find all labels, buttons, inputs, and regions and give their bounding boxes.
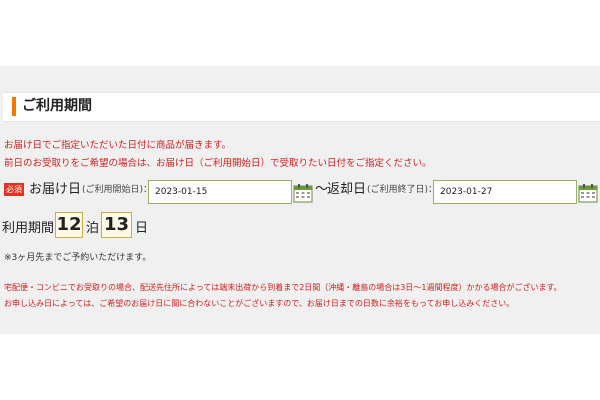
nights-unit: 泊 [86,221,100,236]
delivery-notice-1: お届け日でご指定いただいた日付に商品が届きます。 [4,140,232,151]
days-unit: 日 [135,221,149,236]
delivery-date-sublabel: (ご利用開始日)： [82,185,153,195]
nights-count: 12 [55,212,83,238]
section-header [3,92,600,122]
section-title: ご利用期間 [22,98,92,114]
return-date-sublabel: (ご利用終了日)： [367,185,438,195]
return-date-label: 返却日 [327,182,367,197]
days-count: 13 [101,212,132,238]
shipping-warning-1: 宅配便・コンビニでお受取りの場合、配送先住所によっては端末出荷から到着まで2日間… [4,283,562,292]
delivery-date-label: お届け日 [29,182,82,197]
delivery-date-input[interactable] [148,180,292,204]
section-header-accent [12,97,16,116]
delivery-calendar-icon[interactable] [293,183,313,203]
return-date-input[interactable] [433,180,577,204]
reservation-note: ※3ヶ月先までご予約いただけます。 [4,253,152,263]
rental-period-label: 利用期間 [2,221,55,236]
required-badge: 必須 [4,183,24,196]
shipping-warning-2: お申し込み日によっては、ご希望のお届け日に間に合わないことがございますので、お届… [4,299,515,308]
return-calendar-icon[interactable] [578,183,598,203]
delivery-notice-2: 前日のお受取りをご希望の場合は、お届け日（ご利用開始日）で受取りたい日付をご指定… [4,158,432,169]
